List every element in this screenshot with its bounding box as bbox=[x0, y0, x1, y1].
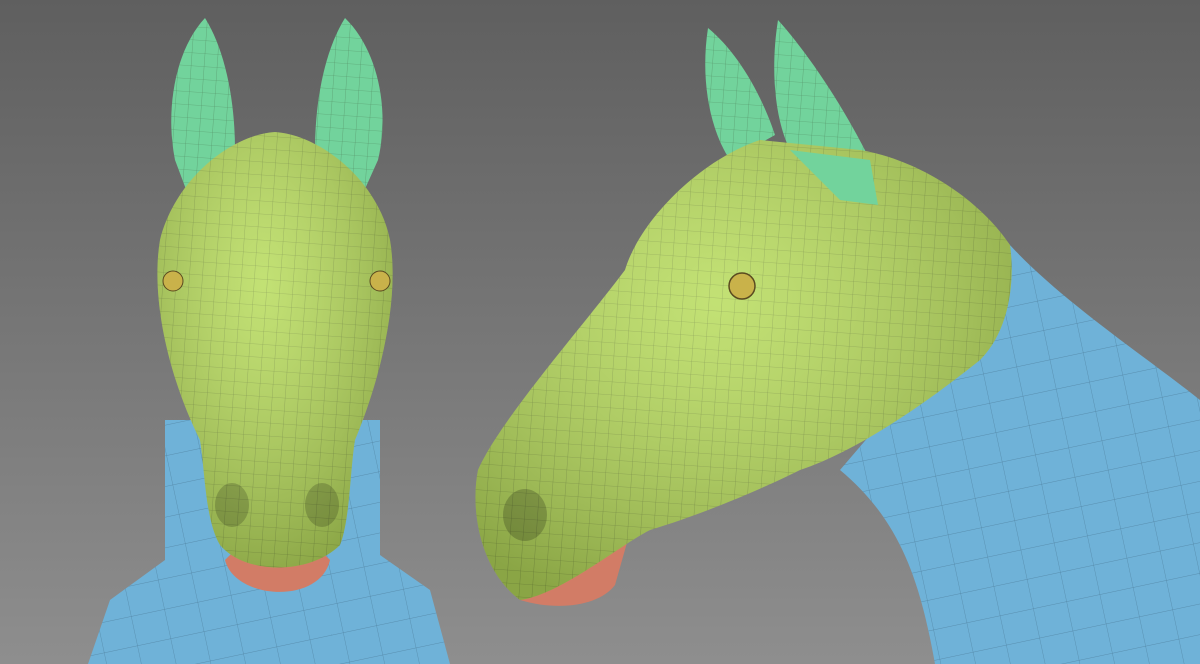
front-eye-right bbox=[369, 270, 391, 292]
render-viewport bbox=[0, 0, 1200, 664]
side-nostril bbox=[503, 489, 547, 541]
side-eye bbox=[728, 272, 756, 300]
front-eye-left bbox=[162, 270, 184, 292]
front-nostril-left bbox=[215, 483, 249, 527]
front-nostril-right bbox=[305, 483, 339, 527]
